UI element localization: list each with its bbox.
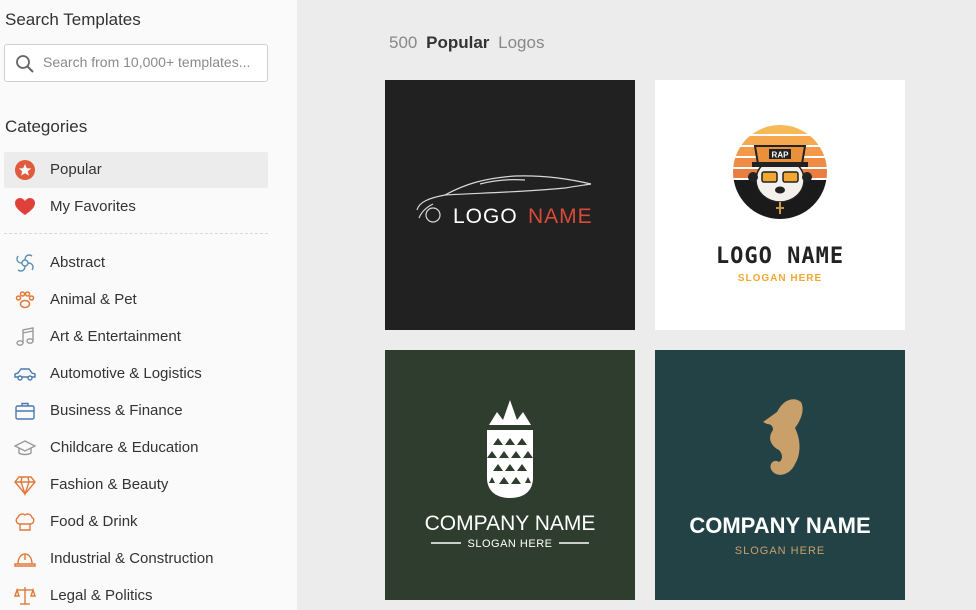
main-content: 500 Popular Logos LOGO NAME RAP LOGO NAM…	[297, 0, 976, 610]
chef-hat-icon	[15, 513, 35, 531]
divider	[4, 233, 268, 234]
category-my-favorites[interactable]: My Favorites	[4, 189, 268, 225]
music-note-icon	[16, 327, 34, 346]
category-popular[interactable]: Popular	[4, 152, 268, 188]
heart-icon	[15, 198, 35, 215]
logo-name-primary: LOGO	[453, 205, 518, 228]
paw-icon	[15, 291, 35, 309]
logo-template-card[interactable]: COMPANY NAME SLOGAN HERE	[385, 350, 635, 600]
category-label: Legal & Politics	[50, 587, 153, 604]
logo-slogan: SLOGAN HERE	[738, 273, 822, 284]
category-childcare-education[interactable]: Childcare & Education	[4, 430, 268, 466]
card-background	[655, 350, 905, 600]
search-templates-title: Search Templates	[5, 10, 141, 29]
logo-name: COMPANY NAME	[425, 512, 596, 535]
car-icon	[14, 368, 36, 381]
results-suffix: Logos	[498, 33, 545, 52]
logo-name-accent: NAME	[528, 205, 593, 228]
category-label: Childcare & Education	[50, 439, 199, 456]
logo-slogan: SLOGAN HERE	[468, 538, 553, 550]
category-label: Food & Drink	[50, 513, 138, 530]
current-category: Popular	[426, 33, 490, 52]
category-animal-pet[interactable]: Animal & Pet	[4, 282, 268, 318]
category-art-entertainment[interactable]: Art & Entertainment	[4, 319, 268, 355]
diamond-icon	[14, 476, 36, 496]
briefcase-icon	[15, 402, 35, 420]
logo-name: COMPANY NAME	[689, 513, 870, 538]
logo-template-card[interactable]: COMPANY NAME SLOGAN HERE	[655, 350, 905, 600]
logo-template-card[interactable]: LOGO NAME	[385, 80, 635, 330]
category-automotive-logistics[interactable]: Automotive & Logistics	[4, 356, 268, 392]
sidebar: Search Templates Categories Popular My F…	[0, 0, 297, 610]
category-industrial-construction[interactable]: Industrial & Construction	[4, 541, 268, 577]
category-label: Automotive & Logistics	[50, 365, 202, 382]
results-heading: 500 Popular Logos	[389, 33, 544, 53]
categories-title: Categories	[5, 117, 88, 136]
category-label: Abstract	[50, 254, 106, 271]
category-abstract[interactable]: Abstract	[4, 245, 268, 281]
star-badge-icon	[15, 160, 35, 180]
category-label: My Favorites	[50, 198, 136, 215]
logo-slogan: SLOGAN HERE	[735, 545, 825, 557]
category-fashion-beauty[interactable]: Fashion & Beauty	[4, 467, 268, 503]
category-legal-politics[interactable]: Legal & Politics	[4, 578, 268, 610]
category-label: Popular	[50, 161, 102, 178]
category-food-drink[interactable]: Food & Drink	[4, 504, 268, 540]
scales-icon	[14, 587, 36, 605]
category-label: Business & Finance	[50, 402, 183, 419]
hard-hat-icon	[14, 553, 36, 567]
category-label: Animal & Pet	[50, 291, 137, 308]
category-label: Fashion & Beauty	[50, 476, 169, 493]
search-input[interactable]	[43, 54, 253, 70]
graduation-cap-icon	[14, 440, 36, 456]
category-label: Art & Entertainment	[50, 328, 181, 345]
logo-name: LOGO NAME	[716, 244, 844, 269]
category-label: Industrial & Construction	[50, 550, 214, 567]
category-business-finance[interactable]: Business & Finance	[4, 393, 268, 429]
abstract-swirl-icon	[16, 254, 34, 272]
result-count: 500	[389, 33, 418, 52]
cap-badge: RAP	[772, 151, 790, 160]
logo-template-card[interactable]: RAP LOGO NAME SLOGAN HERE	[655, 80, 905, 330]
search-box[interactable]	[4, 44, 268, 82]
search-icon	[16, 55, 34, 73]
